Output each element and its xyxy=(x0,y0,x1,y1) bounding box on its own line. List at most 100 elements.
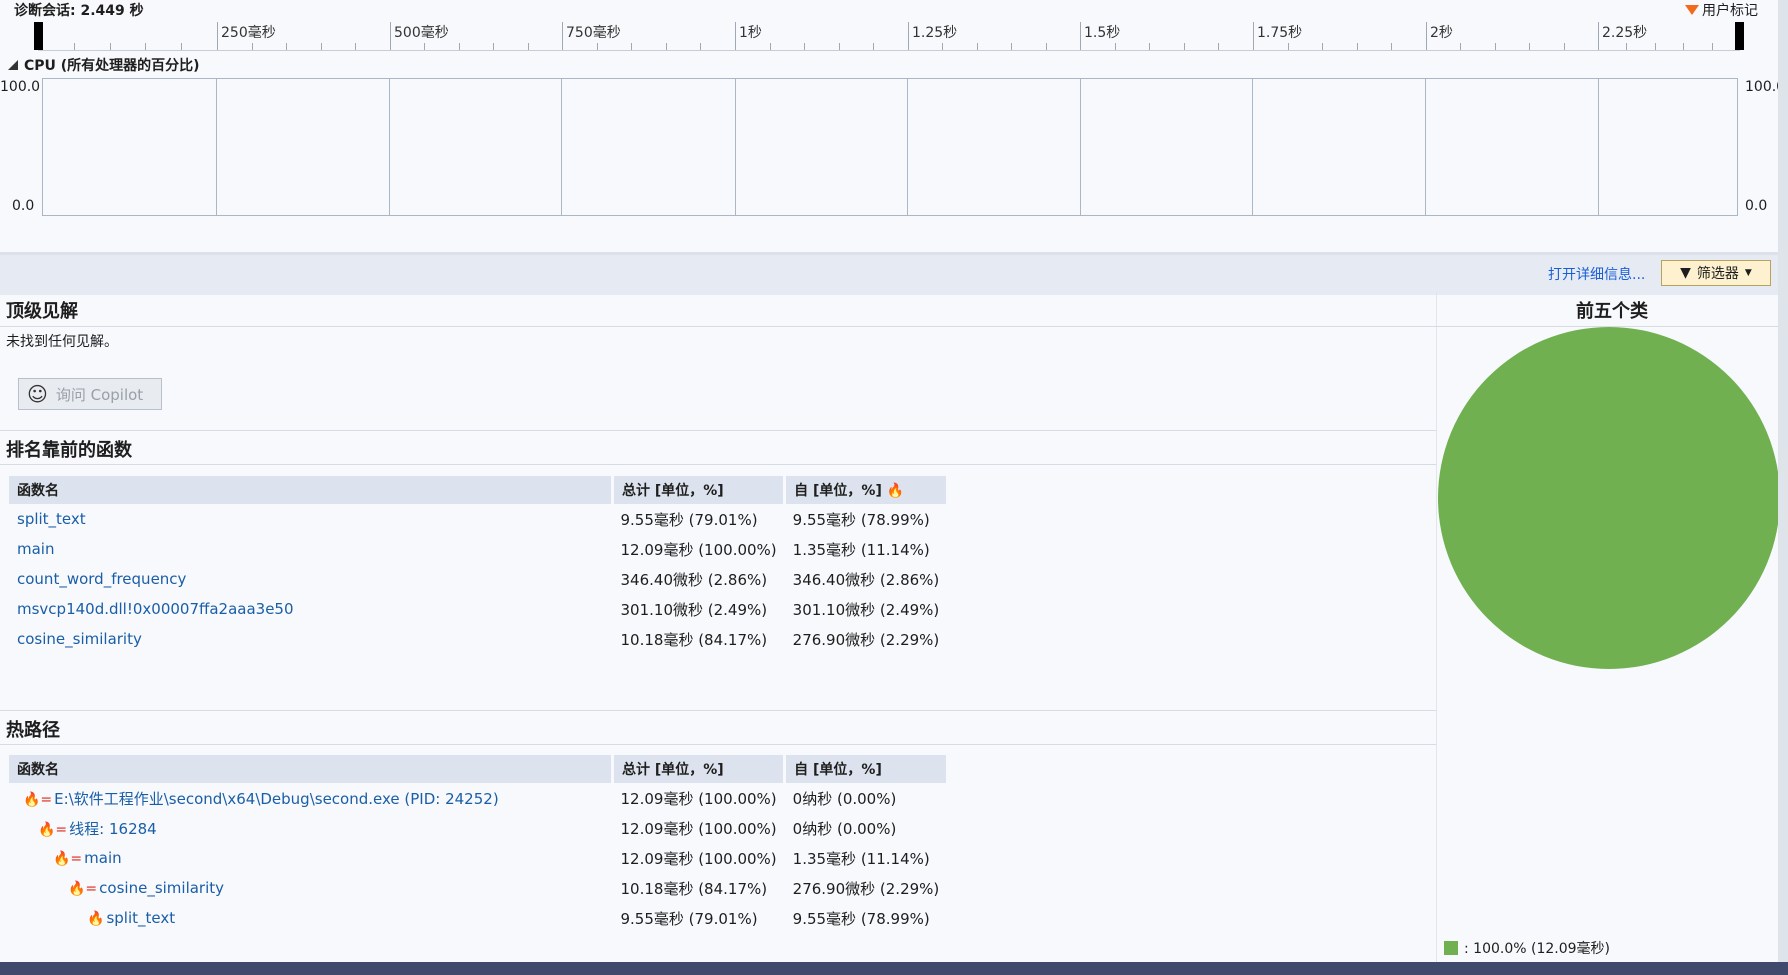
total-value: 10.18毫秒 (84.17%) xyxy=(620,630,768,649)
total-value: 12.09毫秒 (100.00%) xyxy=(620,540,777,559)
total-value: 9.55毫秒 (79.01%) xyxy=(620,909,758,928)
ruler-minor-tick xyxy=(355,43,357,50)
hot-path-icon: 🔥= xyxy=(68,881,98,897)
table-row: split_text 9.55毫秒 (79.01%) 9.55毫秒 (78.99%) xyxy=(9,504,947,534)
ruler-minor-tick xyxy=(320,43,322,50)
cpu-usage-graph[interactable] xyxy=(42,78,1738,216)
filter-button[interactable]: ▼ 筛选器 ▼ xyxy=(1661,260,1771,286)
function-link[interactable]: cosine_similarity xyxy=(9,624,613,654)
table-row: 🔥= 线程: 16284 12.09毫秒 (100.00%) 0纳秒 (0.00%) xyxy=(9,813,947,843)
collapse-triangle-icon xyxy=(8,60,18,70)
column-header-total[interactable]: 总计 [单位，%] xyxy=(612,755,787,783)
ruler-minor-tick xyxy=(1494,43,1496,50)
ruler-minor-tick xyxy=(700,43,702,50)
hot-path-node[interactable]: 🔥= E:\软件工程作业\second\x64\Debug\second.exe … xyxy=(9,783,613,813)
ruler-minor-tick xyxy=(1287,43,1289,50)
user-marks-toggle[interactable]: 用户标记 xyxy=(1685,0,1758,20)
hot-path-node[interactable]: 🔥= main xyxy=(9,843,613,873)
scrollbar-track[interactable] xyxy=(1778,0,1788,962)
total-value: 9.55毫秒 (79.01%) xyxy=(620,510,758,529)
timeline-ruler[interactable]: 250毫秒 500毫秒 750毫秒 1秒 1.25秒 1.5秒 1.75秒 2秒… xyxy=(38,22,1740,51)
cpu-axis-left-min: 0.0 xyxy=(12,198,35,214)
column-header-self[interactable]: 自 [单位，%] 🔥 xyxy=(784,476,949,504)
hot-path-node[interactable]: 🔥= cosine_similarity xyxy=(9,873,613,903)
top-functions-table: 函数名 总计 [单位，%] 自 [单位，%] 🔥 split_text 9.55毫… xyxy=(9,476,949,654)
ruler-minor-tick xyxy=(838,43,840,50)
hot-path-icon: 🔥= xyxy=(53,851,83,867)
cpu-section-header[interactable]: CPU (所有处理器的百分比) xyxy=(8,55,200,75)
tick-label: 250毫秒 xyxy=(221,25,276,41)
cpu-axis-right-min: 0.0 xyxy=(1745,198,1768,214)
tick-label: 2.25秒 xyxy=(1602,25,1648,41)
insights-title: 顶级见解 xyxy=(6,301,78,322)
user-marks-label: 用户标记 xyxy=(1702,3,1758,19)
column-header-total[interactable]: 总计 [单位，%] xyxy=(612,476,787,504)
legend-label: : 100.0% (12.09毫秒) xyxy=(1464,941,1611,957)
total-value: 301.10微秒 (2.49%) xyxy=(620,600,768,619)
function-link[interactable]: count_word_frequency xyxy=(9,564,613,594)
ruler-minor-tick xyxy=(596,43,598,50)
total-value: 12.09毫秒 (100.00%) xyxy=(620,789,777,808)
table-row: cosine_similarity 10.18毫秒 (84.17%) 276.90微… xyxy=(9,624,947,654)
ruler-minor-tick xyxy=(73,43,75,50)
tick-label: 750毫秒 xyxy=(566,25,621,41)
cpu-axis-left-max: 100.0 xyxy=(0,79,41,95)
ask-copilot-button[interactable]: ☺ 询问 Copilot xyxy=(18,378,162,410)
hot-flame-icon: 🔥 xyxy=(886,483,905,499)
top-functions-title: 排名靠前的函数 xyxy=(6,440,132,461)
table-row: 🔥 split_text 9.55毫秒 (79.01%) 9.55毫秒 (78.99%… xyxy=(9,903,947,933)
hot-path-title: 热路径 xyxy=(6,720,60,741)
self-value: 276.90微秒 (2.29%) xyxy=(792,879,940,898)
filter-label: 筛选器 xyxy=(1696,266,1739,282)
function-link[interactable]: msvcp140d.dll!0x00007ffa2aaa3e50 xyxy=(9,594,613,624)
ruler-minor-tick xyxy=(1218,43,1220,50)
column-header-self[interactable]: 自 [单位，%] xyxy=(784,755,949,783)
ruler-minor-tick xyxy=(976,43,978,50)
range-end-handle[interactable] xyxy=(1735,22,1744,50)
function-link[interactable]: split_text xyxy=(9,504,613,534)
ruler-minor-tick xyxy=(493,43,495,50)
self-value: 0纳秒 (0.00%) xyxy=(792,819,897,838)
ruler-minor-tick xyxy=(286,43,288,50)
self-value: 9.55毫秒 (78.99%) xyxy=(792,510,930,529)
hot-flame-icon: 🔥 xyxy=(87,911,105,927)
column-header-function[interactable]: 函数名 xyxy=(9,476,614,504)
ask-copilot-label: 询问 Copilot xyxy=(55,385,144,404)
ruler-minor-tick xyxy=(942,43,944,50)
ruler-minor-tick xyxy=(1045,43,1047,50)
filter-icon: ▼ xyxy=(1680,265,1691,281)
tick-label: 1.25秒 xyxy=(912,25,958,41)
pie-slice[interactable] xyxy=(1438,327,1780,669)
ruler-minor-tick xyxy=(1391,43,1393,50)
chevron-down-icon: ▼ xyxy=(1744,268,1752,278)
ruler-minor-tick xyxy=(109,43,111,50)
ruler-minor-tick xyxy=(769,43,771,50)
ruler-minor-tick xyxy=(1460,43,1462,50)
ruler-minor-tick xyxy=(1011,43,1013,50)
ruler-minor-tick xyxy=(1683,43,1685,50)
open-details-link[interactable]: 打开详细信息... xyxy=(1548,264,1645,284)
ruler-minor-tick xyxy=(1322,43,1324,50)
ruler-minor-tick xyxy=(527,43,529,50)
function-link[interactable]: main xyxy=(9,534,613,564)
hot-path-table: 函数名 总计 [单位，%] 自 [单位，%] 🔥= E:\软件工程作业\secon… xyxy=(9,755,949,933)
ruler-minor-tick xyxy=(458,43,460,50)
ruler-minor-tick xyxy=(1626,43,1628,50)
ruler-minor-tick xyxy=(1529,43,1531,50)
table-row: count_word_frequency 346.40微秒 (2.86%) 346.… xyxy=(9,564,947,594)
ruler-minor-tick xyxy=(1114,43,1116,50)
ruler-minor-tick xyxy=(1563,43,1565,50)
report-toolbar xyxy=(0,252,1788,295)
hot-path-icon: 🔥= xyxy=(23,791,53,808)
top-categories-pie[interactable] xyxy=(1437,325,1781,671)
ruler-minor-tick xyxy=(1356,43,1358,50)
self-value: 1.35毫秒 (11.14%) xyxy=(792,540,930,559)
hot-path-node[interactable]: 🔥 split_text xyxy=(9,903,613,933)
table-row: 🔥= main 12.09毫秒 (100.00%) 1.35毫秒 (11.14%) xyxy=(9,843,947,873)
column-header-function[interactable]: 函数名 xyxy=(9,755,614,783)
self-value: 9.55毫秒 (78.99%) xyxy=(792,909,930,928)
hot-path-node[interactable]: 🔥= 线程: 16284 xyxy=(9,813,613,843)
self-value: 346.40微秒 (2.86%) xyxy=(792,570,940,589)
ruler-minor-tick xyxy=(804,43,806,50)
cpu-title: CPU (所有处理器的百分比) xyxy=(24,58,200,74)
